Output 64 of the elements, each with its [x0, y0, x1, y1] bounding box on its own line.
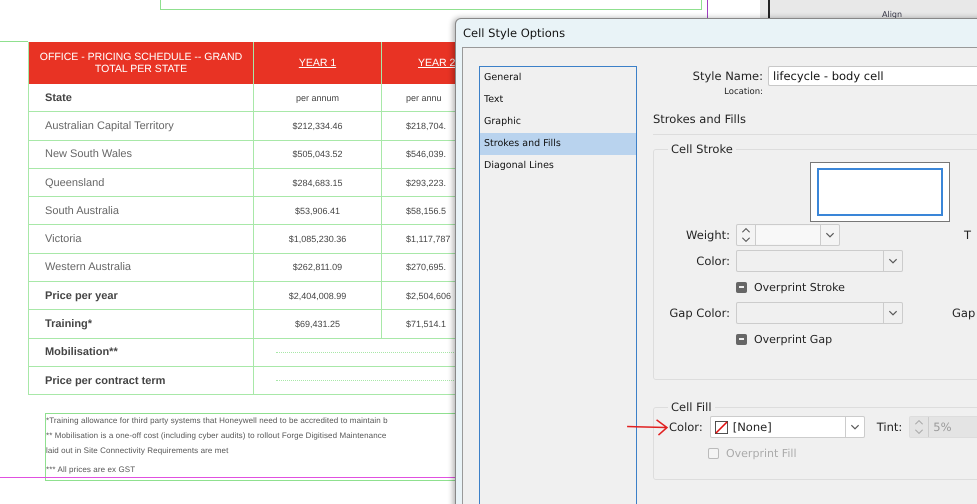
field-label: Gap [952, 306, 976, 320]
table-cell: New South Wales [29, 140, 254, 168]
category-item[interactable]: General [480, 67, 636, 89]
checkbox[interactable] [736, 334, 747, 344]
table-cell: Western Australia [29, 254, 254, 282]
table-cell: Mobilisation** [29, 338, 254, 366]
stroke-preview[interactable] [810, 162, 950, 222]
table-cell-text: $218,704. [405, 120, 448, 133]
table-cell: State [29, 84, 254, 112]
table-cell: $69,431.25 [254, 310, 382, 338]
table-cell-text: $2,504,606 [405, 290, 452, 303]
table-cell: $505,043.52 [254, 140, 382, 168]
table-cell-text: $270,695. [405, 261, 448, 274]
field-label: Location: [723, 87, 764, 97]
none-swatch-icon [714, 420, 728, 434]
table-cell: $212,334.46 [254, 112, 382, 140]
table-cell: Victoria [29, 225, 254, 253]
fill-color-dropdown[interactable]: [None] [710, 416, 865, 438]
table-cell-text: per annu [405, 92, 443, 105]
table-cell: Australian Capital Territory [29, 112, 254, 140]
checkbox-label: Overprint Fill [726, 446, 796, 460]
window-title: Cell Style Options [463, 26, 566, 40]
field-label: Color: [669, 420, 703, 434]
section-title: Strokes and Fills [653, 112, 747, 126]
footnote-text: *Training allowance for third party systems that Honeywell need to be accredited to maintain b [46, 415, 389, 427]
table-cell: South Australia [29, 197, 254, 224]
annotation-arrow-icon [626, 418, 670, 437]
table-cell-text: $58,156.5 [405, 204, 448, 218]
table-cell: $2,404,008.99 [254, 282, 382, 310]
column-header: OFFICE - PRICING SCHEDULE -- GRAND TOTAL PER STATE [29, 42, 254, 84]
table-cell-text: $546,039. [405, 148, 448, 162]
group-legend: Cell Fill [668, 400, 715, 414]
group-legend: Cell Stroke [668, 142, 736, 156]
field-label: Color: [695, 254, 731, 268]
category-item[interactable]: Text [480, 89, 636, 111]
table-cell: Price per contract term [29, 366, 254, 394]
style-name-field[interactable]: lifecycle - body cell [768, 66, 977, 86]
table-cell: $1,085,230.36 [254, 225, 382, 253]
table-cell: $53,906.41 [254, 197, 382, 224]
table-cell: $262,811.09 [254, 254, 382, 282]
footnote-text: laid out in Site Connectivity Requirements are met [46, 445, 230, 457]
footnote-text: *** All prices are ex GST [46, 464, 136, 476]
field-label: Weight: [685, 228, 731, 242]
table-cell: Price per year [29, 282, 254, 310]
table-cell-text: $71,514.1 [405, 318, 448, 332]
field-label: Style Name: [692, 69, 764, 83]
checkbox-label: Overprint Stroke [754, 280, 845, 294]
category-item[interactable]: Graphic [480, 111, 636, 133]
table-cell: Queensland [29, 168, 254, 196]
field-label: T [964, 228, 972, 242]
panel-label: Align [882, 10, 902, 19]
category-item[interactable]: Diagonal Lines [480, 155, 636, 177]
table-cell: $284,683.15 [254, 168, 382, 196]
table-cell: per annum [254, 84, 382, 112]
footnote-text: ** Mobilisation is a one-off cost (including cyber audits) to rollout Forge Digitised Maintenance [46, 430, 388, 442]
table-cell-text: $1,117,787 [405, 233, 452, 246]
field-label: Gap Color: [668, 306, 731, 320]
checkbox[interactable] [736, 282, 747, 292]
table-cell-text: $293,223. [405, 176, 448, 190]
category-item[interactable]: Strokes and Fills [480, 133, 636, 155]
checkbox-label: Overprint Gap [754, 332, 832, 346]
table-cell: Training* [29, 310, 254, 338]
column-header: YEAR 1 [254, 42, 382, 84]
field-label: Tint: [876, 420, 902, 434]
